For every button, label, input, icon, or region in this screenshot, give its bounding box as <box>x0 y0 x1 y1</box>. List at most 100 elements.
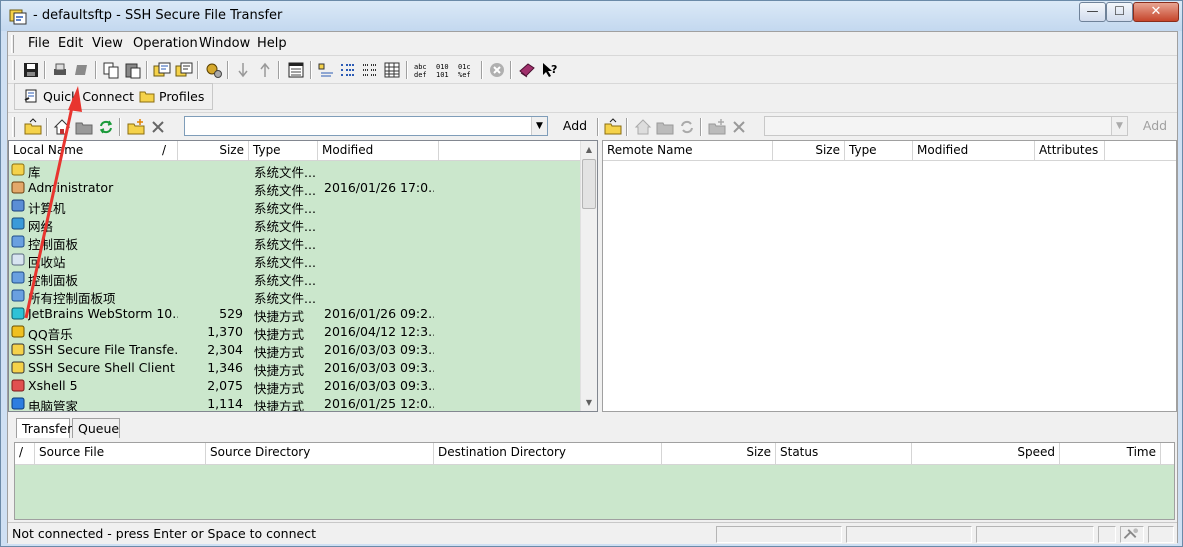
local-home-button[interactable] <box>51 117 73 137</box>
scroll-thumb[interactable] <box>582 159 596 209</box>
menu-view[interactable]: View <box>92 36 123 51</box>
remote-refresh-button[interactable] <box>676 117 698 137</box>
col-size[interactable]: Size <box>178 141 249 161</box>
remote-folder-button[interactable] <box>654 117 676 137</box>
remote-path-combo[interactable]: ▼ <box>764 116 1128 136</box>
local-file-row[interactable]: SSH Secure Shell Client 1,346 快捷方式 2016/03/… <box>9 359 580 378</box>
context-help-button[interactable]: ? <box>539 60 561 80</box>
local-path-combo[interactable]: ▼ <box>184 116 548 136</box>
remote-delete-button[interactable] <box>728 117 750 137</box>
local-folder-button[interactable] <box>73 117 95 137</box>
local-file-row[interactable]: 电脑管家 1,114 快捷方式 2016/01/25 12:0... <box>9 395 580 412</box>
local-vertical-scrollbar[interactable]: ▲ ▼ <box>580 141 597 411</box>
toolbar-separator <box>481 61 483 79</box>
col-source-file[interactable]: Source File <box>35 443 206 465</box>
col-remote-name[interactable]: Remote Name <box>603 141 773 161</box>
local-file-row[interactable]: JetBrains WebStorm 10.... 529 快捷方式 2016/01/… <box>9 305 580 324</box>
col-type[interactable]: Type <box>249 141 318 161</box>
remote-up-folder-button[interactable] <box>602 117 624 137</box>
local-up-folder-button[interactable] <box>22 117 44 137</box>
svg-text:def: def <box>414 71 427 79</box>
col-remote-attributes[interactable]: Attributes <box>1035 141 1105 161</box>
toolbar-separator <box>626 118 628 136</box>
local-file-row[interactable]: 库系统文件... <box>9 161 580 180</box>
local-new-folder-button[interactable] <box>125 117 147 137</box>
file-modified: 2016/03/03 09:3... <box>324 342 434 357</box>
new-terminal-button[interactable] <box>151 60 173 80</box>
list-view-button[interactable] <box>359 60 381 80</box>
local-file-row[interactable]: 所有控制面板项 系统文件... <box>9 287 580 306</box>
menu-operation[interactable]: Operation <box>133 36 198 51</box>
toggle-view-button[interactable] <box>285 60 307 80</box>
download-button[interactable] <box>232 60 254 80</box>
copy-button[interactable] <box>100 60 122 80</box>
remote-home-button[interactable] <box>632 117 654 137</box>
quick-connect-label: Quick Connect <box>43 89 135 104</box>
menu-help[interactable]: Help <box>257 36 287 51</box>
large-icons-icon <box>318 63 333 77</box>
stop-button[interactable] <box>486 60 508 80</box>
chevron-down-icon[interactable]: ▼ <box>1111 117 1127 135</box>
menu-file[interactable]: File <box>28 36 50 51</box>
col-transfer-size[interactable]: Size <box>662 443 776 465</box>
path-toolbar: ▼ Add ▼ Add <box>8 112 1177 140</box>
scroll-up-icon[interactable]: ▲ <box>581 141 597 158</box>
col-speed[interactable]: Speed <box>912 443 1060 465</box>
computer-icon <box>11 199 25 212</box>
auto-mode-button[interactable]: 01c %ef <box>456 60 478 80</box>
help-topics-button[interactable] <box>516 60 538 80</box>
file-name: 电脑管家 <box>28 399 79 412</box>
col-modified[interactable]: Modified <box>318 141 439 161</box>
print-button[interactable] <box>49 60 71 80</box>
scroll-down-icon[interactable]: ▼ <box>581 394 597 411</box>
col-remote-size[interactable]: Size <box>773 141 845 161</box>
col-time[interactable]: Time <box>1060 443 1161 465</box>
local-file-row[interactable]: Administrator 系统文件... 2016/01/26 17:0... <box>9 179 580 198</box>
local-file-row[interactable]: SSH Secure File Transfe... 2,304 快捷方式 2016/… <box>9 341 580 360</box>
disconnect-icon <box>75 65 87 75</box>
local-file-row[interactable]: 回收站 系统文件... <box>9 251 580 270</box>
col-destination-directory[interactable]: Destination Directory <box>434 443 662 465</box>
tab-queue[interactable]: Queue <box>72 418 120 438</box>
col-remote-type[interactable]: Type <box>845 141 913 161</box>
col-source-directory[interactable]: Source Directory <box>206 443 434 465</box>
large-icons-button[interactable] <box>315 60 337 80</box>
minimize-button[interactable]: — <box>1079 2 1106 22</box>
close-button[interactable]: ✕ <box>1133 2 1179 22</box>
local-delete-button[interactable] <box>147 117 169 137</box>
settings-button[interactable] <box>203 60 225 80</box>
profiles-button[interactable]: Profiles <box>137 87 207 107</box>
save-button[interactable] <box>20 60 42 80</box>
maximize-button[interactable]: ☐ <box>1106 2 1133 22</box>
remote-new-folder-button[interactable] <box>706 117 728 137</box>
new-transfer-button[interactable] <box>173 60 195 80</box>
menu-window[interactable]: Window <box>199 36 250 51</box>
small-icons-button[interactable] <box>337 60 359 80</box>
paste-button[interactable] <box>122 60 144 80</box>
col-local-name[interactable]: Local Name / <box>9 141 178 161</box>
ascii-mode-button[interactable]: abc def <box>412 60 434 80</box>
local-refresh-button[interactable] <box>95 117 117 137</box>
control-panel-icon <box>11 235 25 248</box>
quick-connect-button[interactable]: Quick Connect <box>21 87 135 107</box>
remote-add-button[interactable]: Add <box>1137 116 1173 137</box>
tab-transfer[interactable]: Transfer <box>16 418 72 438</box>
col-status[interactable]: Status <box>776 443 912 465</box>
col-transfer-sort[interactable]: / <box>15 443 35 465</box>
local-file-row[interactable]: 控制面板 系统文件... <box>9 233 580 252</box>
details-view-button[interactable] <box>381 60 403 80</box>
col-remote-modified[interactable]: Modified <box>913 141 1035 161</box>
local-file-row[interactable]: 计算机 系统文件... <box>9 197 580 216</box>
binary-mode-button[interactable]: 010 101 <box>434 60 456 80</box>
disconnect-button[interactable] <box>71 60 93 80</box>
local-file-row[interactable]: Xshell 5 2,075 快捷方式 2016/03/03 09:3... <box>9 377 580 396</box>
local-file-row[interactable]: 控制面板 系统文件... <box>9 269 580 288</box>
toolbar-grip <box>12 117 15 137</box>
local-add-button[interactable]: Add <box>557 116 593 137</box>
local-file-row[interactable]: QQ音乐 1,370 快捷方式 2016/04/12 12:3... <box>9 323 580 342</box>
chevron-down-icon[interactable]: ▼ <box>531 117 547 135</box>
title-bar[interactable]: - defaultsftp - SSH Secure File Transfer… <box>1 1 1182 31</box>
local-file-row[interactable]: 网络 系统文件... <box>9 215 580 234</box>
menu-edit[interactable]: Edit <box>58 36 83 51</box>
upload-button[interactable] <box>254 60 276 80</box>
